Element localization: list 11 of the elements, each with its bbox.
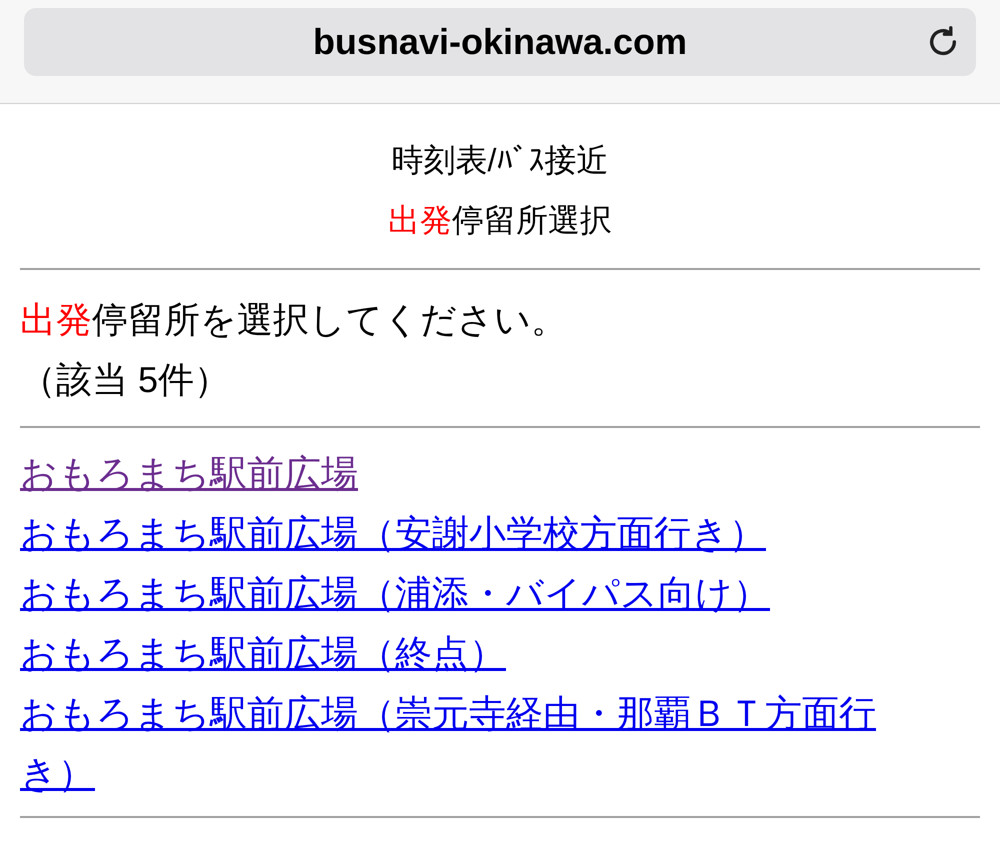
bus-stop-link[interactable]: おもろまち駅前広場（浦添・バイパス向け）: [20, 564, 770, 624]
bus-stop-link[interactable]: おもろまち駅前広場（安謝小学校方面行き）: [20, 504, 766, 564]
bus-stop-link[interactable]: おもろまち駅前広場（崇元寺経由・那覇ＢＴ方面行き）: [20, 684, 920, 804]
page-subtitle: 出発停留所選択: [388, 201, 612, 240]
result-count: （該当 5件）: [20, 358, 232, 402]
page-title: 時刻表/ﾊﾞｽ接近: [392, 141, 608, 180]
url-text: busnavi-okinawa.com: [312, 20, 688, 64]
bus-stop-link[interactable]: おもろまち駅前広場（終点）: [20, 624, 506, 684]
instruction-text: 出発停留所を選択してください。: [20, 298, 568, 342]
bus-stop-link[interactable]: おもろまち駅前広場: [20, 444, 358, 504]
address-bar[interactable]: busnavi-okinawa.com: [24, 8, 976, 76]
